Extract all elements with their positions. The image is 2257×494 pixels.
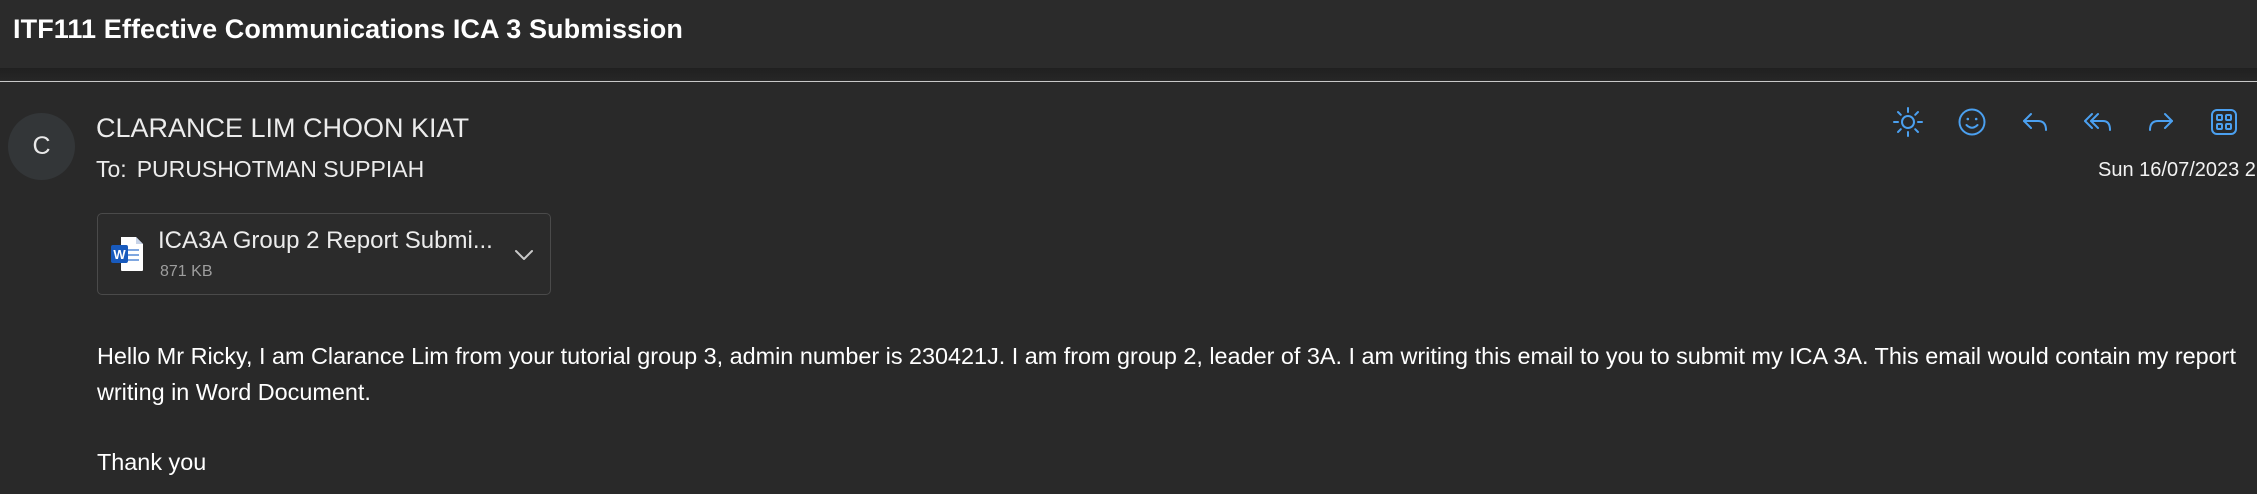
apps-button[interactable] — [2206, 104, 2242, 140]
subject-title: ITF111 Effective Communications ICA 3 Su… — [13, 14, 683, 44]
apps-icon — [2211, 109, 2237, 135]
reply-all-button[interactable] — [2080, 104, 2116, 140]
brightness-button[interactable] — [1890, 104, 1926, 140]
emoji-icon — [1958, 108, 1986, 136]
message-body: Hello Mr Ricky, I am Clarance Lim from y… — [97, 338, 2237, 480]
forward-button[interactable] — [2143, 104, 2179, 140]
recipient-name[interactable]: PURUSHOTMAN SUPPIAH — [137, 156, 425, 182]
email-reading-pane: ITF111 Effective Communications ICA 3 Su… — [0, 0, 2257, 494]
avatar-initial: C — [32, 132, 51, 160]
forward-icon — [2149, 113, 2173, 131]
emoji-reaction-button[interactable] — [1954, 104, 1990, 140]
header-divider — [0, 81, 2257, 82]
attachment-card[interactable]: W ICA3A Group 2 Report Submi... 871 KB — [97, 213, 551, 295]
sender-avatar[interactable]: C — [8, 113, 75, 180]
subject-header: ITF111 Effective Communications ICA 3 Su… — [0, 0, 2257, 68]
reply-icon — [2023, 113, 2047, 131]
reply-button[interactable] — [2017, 104, 2053, 140]
body-paragraph: Hello Mr Ricky, I am Clarance Lim from y… — [97, 343, 2236, 405]
recipient-line: To: PURUSHOTMAN SUPPIAH — [96, 156, 424, 183]
reply-all-icon — [2084, 113, 2111, 131]
attachment-name: ICA3A Group 2 Report Submi... — [158, 227, 493, 254]
to-label: To: — [96, 156, 127, 182]
svg-text:W: W — [113, 247, 126, 262]
message-date: Sun 16/07/2023 2 — [2098, 159, 2256, 181]
brightness-icon — [1893, 107, 1923, 137]
header-shadow — [0, 68, 2257, 80]
chevron-down-icon[interactable] — [511, 242, 537, 268]
body-closing: Thank you — [97, 449, 207, 475]
word-document-icon: W — [111, 237, 143, 271]
sender-name[interactable]: CLARANCE LIM CHOON KIAT — [96, 113, 469, 144]
attachment-size: 871 KB — [160, 263, 213, 280]
